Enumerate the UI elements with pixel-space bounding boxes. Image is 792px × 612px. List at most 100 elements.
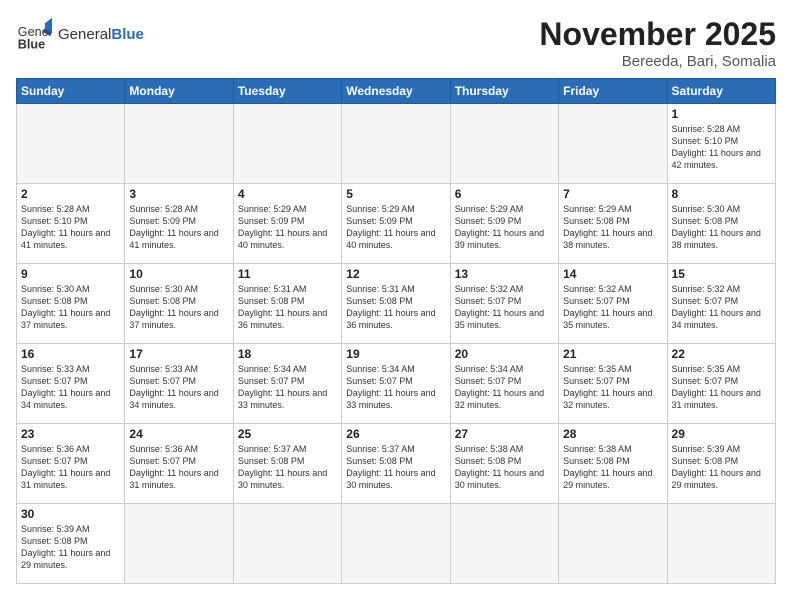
calendar-cell-28: 28 Sunrise: 5:38 AMSunset: 5:08 PMDayligh… (559, 424, 667, 504)
day-number: 30 (21, 507, 120, 521)
calendar-cell-30: 30 Sunrise: 5:39 AMSunset: 5:08 PMDayligh… (17, 504, 125, 584)
calendar-cell-6: 6Sunrise: 5:29 AMSunset: 5:09 PMDaylight… (450, 184, 558, 264)
svg-text:Blue: Blue (18, 37, 45, 51)
calendar-cell-empty (667, 504, 775, 584)
day-number: 25 (238, 427, 337, 441)
day-number: 8 (672, 187, 771, 201)
calendar-week-6: 30 Sunrise: 5:39 AMSunset: 5:08 PMDayligh… (17, 504, 776, 584)
calendar-week-3: 9 Sunrise: 5:30 AMSunset: 5:08 PMDaylight… (17, 264, 776, 344)
calendar-cell-25: 25 Sunrise: 5:37 AMSunset: 5:08 PMDayligh… (233, 424, 341, 504)
calendar-cell-21: 21Sunrise: 5:35 AMSunset: 5:07 PMDayligh… (559, 344, 667, 424)
calendar-cell-3: 3 Sunrise: 5:28 AMSunset: 5:09 PMDaylight… (125, 184, 233, 264)
month-title: November 2025 (539, 16, 776, 53)
calendar-cell-20: 20Sunrise: 5:34 AMSunset: 5:07 PMDayligh… (450, 344, 558, 424)
day-number: 27 (455, 427, 554, 441)
calendar-cell-14: 14Sunrise: 5:32 AMSunset: 5:07 PMDayligh… (559, 264, 667, 344)
day-info: Sunrise: 5:34 AMSunset: 5:07 PMDaylight:… (455, 363, 554, 412)
day-number: 10 (129, 267, 228, 281)
day-info: Sunrise: 5:39 AMSunset: 5:08 PMDaylight:… (672, 443, 771, 492)
calendar-cell-empty (125, 104, 233, 184)
day-info: Sunrise: 5:29 AMSunset: 5:09 PMDaylight:… (346, 203, 445, 252)
calendar-week-2: 2Sunrise: 5:28 AMSunset: 5:10 PMDaylight… (17, 184, 776, 264)
day-info: Sunrise: 5:35 AMSunset: 5:07 PMDaylight:… (672, 363, 771, 412)
day-info: Sunrise: 5:33 AMSunset: 5:07 PMDaylight:… (21, 363, 120, 412)
day-number: 28 (563, 427, 662, 441)
day-number: 7 (563, 187, 662, 201)
day-info: Sunrise: 5:36 AMSunset: 5:07 PMDaylight:… (129, 443, 228, 492)
calendar-cell-29: 29 Sunrise: 5:39 AMSunset: 5:08 PMDayligh… (667, 424, 775, 504)
day-number: 19 (346, 347, 445, 361)
logo-text-normal: General (58, 26, 111, 43)
calendar-cell-22: 22Sunrise: 5:35 AMSunset: 5:07 PMDayligh… (667, 344, 775, 424)
day-info: Sunrise: 5:35 AMSunset: 5:07 PMDaylight:… (563, 363, 662, 412)
calendar-cell-18: 18 Sunrise: 5:34 AMSunset: 5:07 PMDayligh… (233, 344, 341, 424)
day-info: Sunrise: 5:36 AMSunset: 5:07 PMDaylight:… (21, 443, 120, 492)
calendar-week-5: 23Sunrise: 5:36 AMSunset: 5:07 PMDayligh… (17, 424, 776, 504)
calendar-cell-16: 16 Sunrise: 5:33 AMSunset: 5:07 PMDayligh… (17, 344, 125, 424)
day-info: Sunrise: 5:30 AMSunset: 5:08 PMDaylight:… (21, 283, 120, 332)
weekday-header-tuesday: Tuesday (233, 79, 341, 104)
calendar-cell-empty (17, 104, 125, 184)
day-info: Sunrise: 5:28 AMSunset: 5:09 PMDaylight:… (129, 203, 228, 252)
calendar-cell-8: 8Sunrise: 5:30 AMSunset: 5:08 PMDaylight… (667, 184, 775, 264)
logo-text-bold: Blue (111, 26, 144, 43)
weekday-header-row: SundayMondayTuesdayWednesdayThursdayFrid… (17, 79, 776, 104)
calendar-cell-empty (559, 104, 667, 184)
weekday-header-sunday: Sunday (17, 79, 125, 104)
weekday-header-friday: Friday (559, 79, 667, 104)
day-number: 29 (672, 427, 771, 441)
weekday-header-monday: Monday (125, 79, 233, 104)
day-info: Sunrise: 5:31 AMSunset: 5:08 PMDaylight:… (346, 283, 445, 332)
weekday-header-wednesday: Wednesday (342, 79, 450, 104)
day-number: 5 (346, 187, 445, 201)
day-info: Sunrise: 5:29 AMSunset: 5:08 PMDaylight:… (563, 203, 662, 252)
day-number: 12 (346, 267, 445, 281)
calendar-cell-15: 15 Sunrise: 5:32 AMSunset: 5:07 PMDayligh… (667, 264, 775, 344)
day-number: 15 (672, 267, 771, 281)
calendar-cell-empty (450, 104, 558, 184)
calendar-cell-13: 13 Sunrise: 5:32 AMSunset: 5:07 PMDayligh… (450, 264, 558, 344)
day-number: 17 (129, 347, 228, 361)
calendar-week-1: 1Sunrise: 5:28 AMSunset: 5:10 PMDaylight… (17, 104, 776, 184)
day-info: Sunrise: 5:32 AMSunset: 5:07 PMDaylight:… (455, 283, 554, 332)
day-info: Sunrise: 5:32 AMSunset: 5:07 PMDaylight:… (672, 283, 771, 332)
day-number: 9 (21, 267, 120, 281)
title-block: November 2025 Bereeda, Bari, Somalia (539, 16, 776, 70)
day-number: 16 (21, 347, 120, 361)
calendar-cell-empty (342, 504, 450, 584)
day-info: Sunrise: 5:37 AMSunset: 5:08 PMDaylight:… (346, 443, 445, 492)
day-info: Sunrise: 5:34 AMSunset: 5:07 PMDaylight:… (238, 363, 337, 412)
calendar-cell-empty (125, 504, 233, 584)
calendar-cell-23: 23Sunrise: 5:36 AMSunset: 5:07 PMDayligh… (17, 424, 125, 504)
day-info: Sunrise: 5:32 AMSunset: 5:07 PMDaylight:… (563, 283, 662, 332)
day-number: 1 (672, 107, 771, 121)
calendar-cell-empty (450, 504, 558, 584)
calendar-cell-7: 7 Sunrise: 5:29 AMSunset: 5:08 PMDaylight… (559, 184, 667, 264)
logo-icon: General Blue (16, 16, 52, 52)
calendar-cell-27: 27Sunrise: 5:38 AMSunset: 5:08 PMDayligh… (450, 424, 558, 504)
calendar-cell-26: 26Sunrise: 5:37 AMSunset: 5:08 PMDayligh… (342, 424, 450, 504)
calendar-cell-1: 1Sunrise: 5:28 AMSunset: 5:10 PMDaylight… (667, 104, 775, 184)
day-info: Sunrise: 5:30 AMSunset: 5:08 PMDaylight:… (129, 283, 228, 332)
calendar-week-4: 16 Sunrise: 5:33 AMSunset: 5:07 PMDayligh… (17, 344, 776, 424)
day-info: Sunrise: 5:38 AMSunset: 5:08 PMDaylight:… (563, 443, 662, 492)
day-number: 11 (238, 267, 337, 281)
weekday-header-thursday: Thursday (450, 79, 558, 104)
day-number: 13 (455, 267, 554, 281)
day-number: 18 (238, 347, 337, 361)
day-info: Sunrise: 5:34 AMSunset: 5:07 PMDaylight:… (346, 363, 445, 412)
calendar-cell-empty (233, 104, 341, 184)
day-info: Sunrise: 5:39 AMSunset: 5:08 PMDaylight:… (21, 523, 120, 572)
location-title: Bereeda, Bari, Somalia (539, 53, 776, 70)
day-number: 3 (129, 187, 228, 201)
calendar-cell-9: 9 Sunrise: 5:30 AMSunset: 5:08 PMDaylight… (17, 264, 125, 344)
calendar-cell-11: 11 Sunrise: 5:31 AMSunset: 5:08 PMDayligh… (233, 264, 341, 344)
weekday-header-saturday: Saturday (667, 79, 775, 104)
day-info: Sunrise: 5:37 AMSunset: 5:08 PMDaylight:… (238, 443, 337, 492)
day-info: Sunrise: 5:31 AMSunset: 5:08 PMDaylight:… (238, 283, 337, 332)
day-number: 6 (455, 187, 554, 201)
day-info: Sunrise: 5:29 AMSunset: 5:09 PMDaylight:… (238, 203, 337, 252)
calendar-cell-24: 24Sunrise: 5:36 AMSunset: 5:07 PMDayligh… (125, 424, 233, 504)
calendar-cell-empty (342, 104, 450, 184)
day-info: Sunrise: 5:33 AMSunset: 5:07 PMDaylight:… (129, 363, 228, 412)
